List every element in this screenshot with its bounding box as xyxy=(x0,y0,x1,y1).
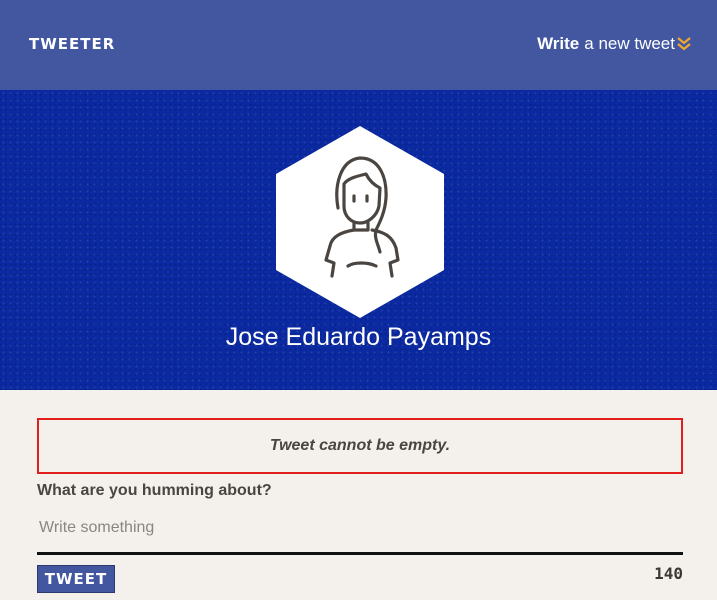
last-name: Payamps xyxy=(387,323,492,351)
profile-name: Jose Eduardo Payamps xyxy=(0,323,717,352)
error-message-box: Tweet cannot be empty. xyxy=(37,418,683,474)
profile-banner: Jose Eduardo Payamps xyxy=(0,90,717,390)
first-name: Jose Eduardo xyxy=(225,323,381,351)
double-chevron-down-icon xyxy=(677,37,691,51)
avatar xyxy=(276,126,444,318)
write-link-text: a new tweet xyxy=(584,34,675,53)
write-link-bold: Write xyxy=(537,34,580,53)
write-new-tweet-link[interactable]: Write a new tweet xyxy=(537,34,691,54)
brand-logo[interactable]: TWEETER xyxy=(29,35,115,53)
error-message: Tweet cannot be empty. xyxy=(269,437,451,454)
character-counter: 140 xyxy=(654,564,683,583)
tweet-button[interactable]: TWEET xyxy=(37,565,115,593)
tweet-input[interactable] xyxy=(37,508,685,548)
compose-divider xyxy=(37,552,683,555)
top-nav: TWEETER Write a new tweet xyxy=(0,0,717,90)
compose-prompt: What are you humming about? xyxy=(37,482,272,499)
